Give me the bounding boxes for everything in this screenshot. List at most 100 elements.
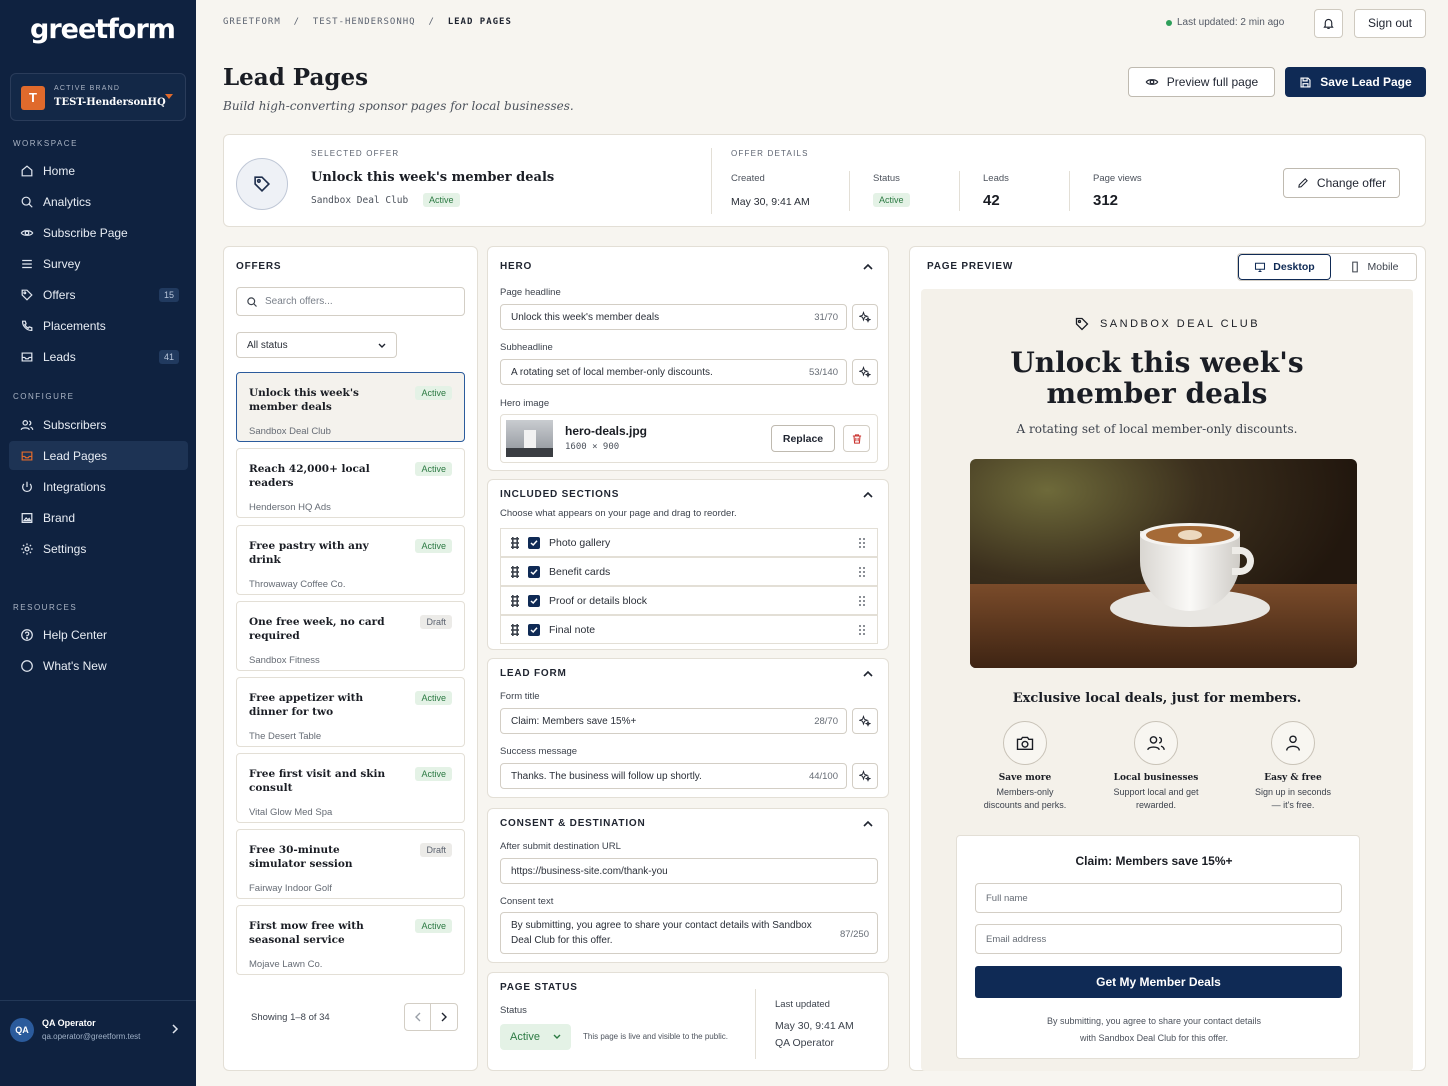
offers-panel: OFFERS Search offers... All status Showi… — [223, 246, 478, 1071]
ai-rewrite-button[interactable] — [852, 763, 878, 789]
last-updated-label: Last updated — [775, 999, 830, 1010]
sidebar-item-whats-new[interactable]: What's New — [9, 651, 188, 680]
headline-input[interactable]: Unlock this week's member deals 31/70 — [500, 304, 847, 330]
section-row[interactable]: Final note — [500, 615, 878, 644]
sidebar-item-lead-pages[interactable]: Lead Pages — [9, 441, 188, 470]
sidebar-item-leads[interactable]: Leads 41 — [9, 342, 188, 371]
sidebar-item-brand[interactable]: Brand — [9, 503, 188, 532]
status-badge: Active — [415, 539, 452, 553]
offer-list-item[interactable]: Reach 42,000+ local readers Henderson HQ … — [236, 448, 465, 518]
preview-brand-row: SANDBOX DEAL CLUB — [921, 316, 1413, 332]
offer-list-item[interactable]: Unlock this week's member deals Sandbox D… — [236, 372, 465, 442]
device-mobile-label: Mobile — [1367, 261, 1399, 273]
full-name-input[interactable]: Full name — [975, 883, 1342, 913]
chevron-up-icon[interactable] — [862, 669, 874, 679]
breadcrumb-item[interactable]: TEST-HENDERSONHQ — [313, 17, 416, 27]
offer-brand: Throwaway Coffee Co. — [249, 579, 346, 590]
delete-image-button[interactable] — [843, 425, 870, 452]
sidebar-item-subscribers[interactable]: Subscribers — [9, 410, 188, 439]
prev-page-button[interactable] — [405, 1004, 432, 1030]
subheadline-input[interactable]: A rotating set of local member-only disc… — [500, 359, 847, 385]
button-label: Preview full page — [1166, 75, 1259, 89]
preview-full-page-button[interactable]: Preview full page — [1128, 67, 1275, 97]
avatar: QA — [10, 1018, 34, 1042]
chevron-up-icon[interactable] — [862, 819, 874, 829]
change-offer-button[interactable]: Change offer — [1283, 168, 1400, 198]
section-checkbox[interactable] — [528, 536, 540, 549]
drag-handle-icon[interactable] — [510, 536, 520, 549]
sidebar-item-integrations[interactable]: Integrations — [9, 472, 188, 501]
sidebar-item-placements[interactable]: Placements — [9, 311, 188, 340]
drag-dots-icon[interactable] — [859, 537, 865, 548]
char-count: 87/250 — [839, 929, 869, 940]
app-logo[interactable]: greetform — [30, 14, 176, 45]
drag-handle-icon[interactable] — [510, 565, 520, 578]
section-checkbox[interactable] — [528, 565, 540, 578]
feature-icon-wrap — [1271, 721, 1315, 765]
user-name: QA Operator — [42, 1018, 96, 1028]
user-menu[interactable]: QA QA Operator qa.operator@greetform.tes… — [0, 1000, 196, 1086]
offer-brand: Fairway Indoor Golf — [249, 883, 332, 894]
notifications-button[interactable] — [1314, 9, 1343, 38]
drag-dots-icon[interactable] — [859, 595, 865, 606]
section-row[interactable]: Photo gallery — [500, 528, 878, 557]
tag-icon — [21, 289, 33, 301]
sidebar-item-home[interactable]: Home — [9, 156, 188, 185]
section-row[interactable]: Proof or details block — [500, 586, 878, 615]
chevron-up-icon[interactable] — [862, 262, 874, 272]
selected-offer-title: Unlock this week's member deals — [311, 170, 555, 185]
save-lead-page-button[interactable]: Save Lead Page — [1285, 67, 1426, 97]
breadcrumb-item[interactable]: GREETFORM — [223, 17, 281, 27]
last-updated-value: May 30, 9:41 AM — [775, 1020, 854, 1032]
sign-out-button[interactable]: Sign out — [1354, 9, 1426, 38]
device-mobile-button[interactable]: Mobile — [1331, 254, 1416, 280]
sidebar-item-analytics[interactable]: Analytics — [9, 187, 188, 216]
brand-switcher[interactable]: T ACTIVE BRAND TEST-HendersonHQ — [10, 73, 186, 121]
sidebar-item-subscribe-page[interactable]: Subscribe Page — [9, 218, 188, 247]
offer-list-item[interactable]: Free pastry with any drink Throwaway Coff… — [236, 525, 465, 595]
ai-rewrite-button[interactable] — [852, 304, 878, 330]
success-message-input[interactable]: Thanks. The business will follow up shor… — [500, 763, 847, 789]
sidebar-item-offers[interactable]: Offers 15 — [9, 280, 188, 309]
offer-list-item[interactable]: Free appetizer with dinner for two The De… — [236, 677, 465, 747]
get-member-deals-button[interactable]: Get My Member Deals — [975, 966, 1342, 998]
section-checkbox[interactable] — [528, 623, 540, 636]
email-input[interactable]: Email address — [975, 924, 1342, 954]
preview-consent-line: with Sandbox Deal Club for this offer. — [1080, 1033, 1228, 1043]
replace-image-button[interactable]: Replace — [771, 425, 835, 452]
offer-list-item[interactable]: One free week, no card required Sandbox F… — [236, 601, 465, 671]
section-checkbox[interactable] — [528, 594, 540, 607]
section-row[interactable]: Benefit cards — [500, 557, 878, 586]
preview-feature-card: Local businesses Support local and get re… — [1101, 721, 1211, 812]
consent-text-input[interactable]: By submitting, you agree to share your c… — [500, 912, 878, 954]
form-title-input[interactable]: Claim: Members save 15%+ 28/70 — [500, 708, 847, 734]
preview-section-title: Exclusive local deals, just for members. — [1012, 691, 1302, 706]
destination-url-input[interactable]: https://business-site.com/thank-you — [500, 858, 878, 884]
sidebar-item-settings[interactable]: Settings — [9, 534, 188, 563]
sidebar-item-help-center[interactable]: Help Center — [9, 620, 188, 649]
chevron-up-icon[interactable] — [862, 490, 874, 500]
drag-dots-icon[interactable] — [859, 566, 865, 577]
sidebar-item-label: Integrations — [43, 479, 106, 494]
status-select-value: Active — [510, 1031, 540, 1043]
drag-handle-icon[interactable] — [510, 623, 520, 636]
offer-brand: The Desert Table — [249, 731, 322, 742]
section-label: Benefit cards — [549, 565, 611, 578]
offer-list-item[interactable]: First mow free with seasonal service Moja… — [236, 905, 465, 975]
drag-dots-icon[interactable] — [859, 624, 865, 635]
offer-list-item[interactable]: Free 30-minute simulator session Fairway … — [236, 829, 465, 899]
brand-avatar: T — [21, 86, 45, 110]
offer-list-item[interactable]: Free first visit and skin consult Vital G… — [236, 753, 465, 823]
drag-handle-icon[interactable] — [510, 594, 520, 607]
status-filter-select[interactable]: All status — [236, 332, 397, 358]
ai-rewrite-button[interactable] — [852, 359, 878, 385]
sidebar-item-survey[interactable]: Survey — [9, 249, 188, 278]
search-input[interactable]: Search offers... — [236, 287, 465, 316]
device-desktop-button[interactable]: Desktop — [1238, 254, 1331, 280]
ai-rewrite-button[interactable] — [852, 708, 878, 734]
page-status-heading: PAGE STATUS — [500, 982, 578, 993]
image-icon — [21, 512, 33, 523]
status-select[interactable]: Active — [500, 1024, 571, 1050]
status-note: This page is live and visible to the pub… — [583, 1032, 728, 1041]
next-page-button[interactable] — [431, 1004, 457, 1030]
